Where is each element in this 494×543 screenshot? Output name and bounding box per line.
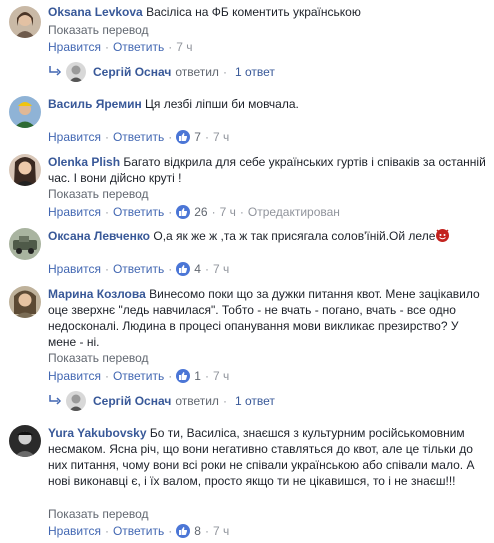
comment-author[interactable]: Olenka Plish [48,155,120,169]
like-count[interactable]: 8 [176,524,201,538]
separator: · [204,369,209,383]
avatar[interactable] [9,228,41,260]
reply-author[interactable]: Сергій Оснач [93,64,171,80]
timestamp[interactable]: 7 ч [213,262,229,276]
reply-link[interactable]: Ответить [113,524,164,538]
like-link[interactable]: Нравится [48,205,101,219]
separator: · [222,65,227,79]
separator: · [204,262,209,276]
comment-actions: Нравится · Ответить · 7 · 7 ч [48,130,229,144]
reply-link[interactable]: Ответить [113,205,164,219]
comment-text: Oksana Levkova Васіліса на ФБ коментить … [48,4,488,20]
timestamp[interactable]: 7 ч [220,205,236,219]
separator: · [168,524,173,538]
separator: · [168,205,173,219]
separator: · [104,40,109,54]
separator: · [104,524,109,538]
avatar[interactable] [9,154,41,186]
like-count-value: 26 [194,205,208,219]
comment-text: Olenka Plish Багато відкрила для себе ук… [48,154,488,186]
comment-author[interactable]: Yura Yakubovsky [48,426,147,440]
avatar[interactable] [66,62,86,82]
replied-label: ответил [175,394,219,408]
avatar[interactable] [9,286,41,318]
comment-actions: Нравится · Ответить · 8 · 7 ч [48,524,229,538]
show-translation-link[interactable]: Показать перевод [48,507,149,521]
separator: · [168,130,173,144]
separator: · [204,130,209,144]
timestamp[interactable]: 7 ч [213,524,229,538]
like-count[interactable]: 4 [176,262,201,276]
separator: · [104,205,109,219]
reply-arrow-icon [48,64,62,80]
separator: · [222,394,227,408]
comment-text: Yura Yakubovsky Бо ти, Василіса, знаєшся… [48,425,488,489]
show-translation-link[interactable]: Показать перевод [48,187,149,201]
comment-author[interactable]: Марина Козлова [48,287,146,301]
avatar[interactable] [9,425,41,457]
comment-author[interactable]: Oksana Levkova [48,5,143,19]
comment-body: Ця лезбі ліпши би мовчала. [145,97,299,111]
like-link[interactable]: Нравится [48,262,101,276]
like-count[interactable]: 7 [176,130,201,144]
like-count[interactable]: 26 [176,205,208,219]
like-link[interactable]: Нравится [48,130,101,144]
separator: · [168,262,173,276]
separator: · [104,262,109,276]
comment-actions: Нравится · Ответить · 4 · 7 ч [48,262,229,276]
timestamp[interactable]: 7 ч [213,130,229,144]
comment-actions: Нравится · Ответить · 26 · 7 ч · Отредак… [48,205,340,219]
thumbs-up-icon [176,524,191,538]
comment-actions: Нравится · Ответить · 7 ч [48,40,193,54]
like-count-value: 4 [194,262,201,276]
separator: · [168,369,173,383]
reply-arrow-icon [48,393,62,409]
avatar[interactable] [9,6,41,38]
separator: · [168,40,173,54]
reply-count[interactable]: 1 ответ [235,393,275,409]
thumbs-up-icon [176,262,191,276]
thumbs-up-icon [176,130,191,144]
edited-label[interactable]: Отредактирован [248,205,340,219]
like-count-value: 1 [194,369,201,383]
timestamp[interactable]: 7 ч [176,40,192,54]
show-translation-link[interactable]: Показать перевод [48,23,149,37]
devil-emoji-icon [436,229,450,242]
separator: · [104,130,109,144]
reply-link[interactable]: Ответить [113,369,164,383]
replies-summary[interactable]: Сергій Оснач ответил · 1 ответ [48,62,275,82]
timestamp[interactable]: 7 ч [213,369,229,383]
like-link[interactable]: Нравится [48,524,101,538]
comment-body: О,а як же ж ,та ж так присягала солов'їн… [153,229,436,243]
like-link[interactable]: Нравится [48,40,101,54]
replied-label: ответил [175,65,219,79]
comment-body: Васіліса на ФБ коментить українською [146,5,361,19]
separator: · [239,205,244,219]
reply-link[interactable]: Ответить [113,130,164,144]
comment-text: Василь Яремин Ця лезбі ліпши би мовчала. [48,96,488,112]
like-link[interactable]: Нравится [48,369,101,383]
comment-author[interactable]: Василь Яремин [48,97,142,111]
comment-actions: Нравится · Ответить · 1 · 7 ч [48,369,229,383]
avatar[interactable] [9,96,41,128]
reply-link[interactable]: Ответить [113,262,164,276]
like-count[interactable]: 1 [176,369,201,383]
like-count-value: 7 [194,130,201,144]
separator: · [204,524,209,538]
reply-count[interactable]: 1 ответ [235,64,275,80]
reply-author[interactable]: Сергій Оснач [93,393,171,409]
thumbs-up-icon [176,369,191,383]
like-count-value: 8 [194,524,201,538]
comment-text: Оксана Левченко О,а як же ж ,та ж так пр… [48,228,488,244]
reply-link[interactable]: Ответить [113,40,164,54]
separator: · [211,205,216,219]
comment-text: Марина Козлова Винесомо поки що за дужки… [48,286,488,350]
show-translation-link[interactable]: Показать перевод [48,351,149,365]
thumbs-up-icon [176,205,191,219]
avatar[interactable] [66,391,86,411]
separator: · [104,369,109,383]
comment-author[interactable]: Оксана Левченко [48,229,150,243]
replies-summary[interactable]: Сергій Оснач ответил · 1 ответ [48,391,275,411]
